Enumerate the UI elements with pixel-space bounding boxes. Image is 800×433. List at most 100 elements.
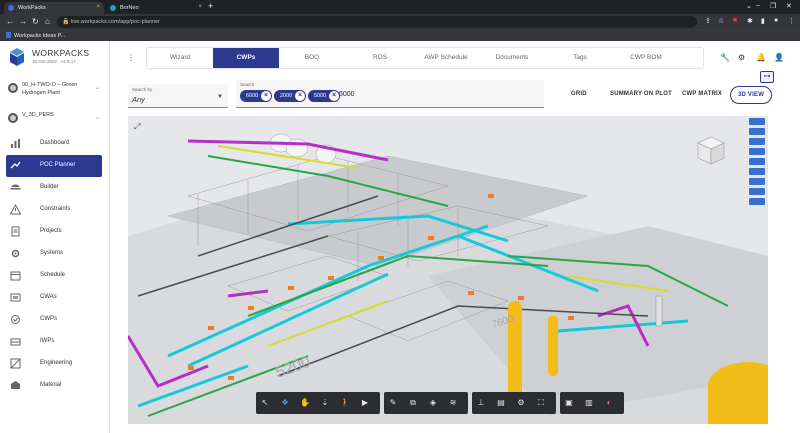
tab-boq[interactable]: BOQ	[279, 48, 345, 68]
search-chip[interactable]: 2000 ×	[274, 90, 306, 102]
search-input[interactable]: Search 6000 × 2000 × 5000 × 5000	[236, 80, 544, 108]
3d-viewer-canvas[interactable]: 5200 7600 ⤢	[128, 116, 768, 424]
chip-remove-icon[interactable]: ×	[295, 91, 305, 101]
pan-icon[interactable]: ✋	[300, 398, 310, 408]
sidebar-item-poc-planner[interactable]: POC Planner	[6, 155, 102, 177]
dropdown-arrow-icon: ▼	[217, 94, 223, 100]
sidebar-item-constraints[interactable]: Constraints	[6, 199, 102, 221]
camera-icon[interactable]: ▶	[360, 398, 370, 408]
sidebar-item-systems[interactable]: Systems	[6, 243, 102, 265]
search-by-select[interactable]: Search by Any ▼	[128, 84, 228, 108]
extension-badge-icon[interactable]: ■	[733, 17, 737, 24]
wrench-icon[interactable]: 🔧	[720, 53, 730, 62]
layer-swatch[interactable]	[749, 178, 765, 185]
sidebar-item-dashboard[interactable]: Dashboard	[6, 133, 102, 155]
walk-icon[interactable]: 🚶	[340, 398, 350, 408]
project-name: 00_H-TWO-O – Green Hydrogen Plant	[22, 82, 78, 96]
select-icon[interactable]: ↖	[260, 398, 270, 408]
orbit-icon[interactable]: ✥	[280, 398, 290, 408]
close-icon[interactable]: ×	[96, 4, 100, 10]
expand-icon[interactable]: ⤢	[134, 122, 140, 132]
layer-swatch[interactable]	[749, 138, 765, 145]
search-chip[interactable]: 6000 ×	[240, 90, 272, 102]
layers-icon[interactable]: ≋	[448, 398, 458, 408]
section-icon[interactable]: ⧉	[408, 398, 418, 408]
sidebar-item-cwas[interactable]: CWAs	[6, 287, 102, 309]
bell-icon[interactable]: 🔔	[756, 53, 766, 62]
sidebar-item-material[interactable]: Material	[6, 375, 102, 397]
sidebar-item-builder[interactable]: Builder	[6, 177, 102, 199]
plant-3d-model[interactable]: 5200 7600	[128, 116, 768, 424]
chip-remove-icon[interactable]: ×	[261, 91, 271, 101]
bookmark-workpacks-ideas[interactable]: Workpacks Ideas P...	[6, 32, 65, 39]
chart-icon[interactable]: ▥	[584, 398, 594, 408]
back-icon[interactable]: ←	[6, 17, 14, 26]
grid-view-button[interactable]: GRID	[571, 91, 587, 97]
extensions-icon[interactable]: ✱	[747, 17, 753, 25]
tab-cwps[interactable]: CWPs	[213, 48, 279, 68]
gear-icon[interactable]: ⚙	[738, 53, 745, 62]
url-input[interactable]: 🔒 live.workpacks.com/app/poc-planner	[57, 16, 697, 28]
tab-ros[interactable]: ROS	[347, 48, 413, 68]
search-label: Search	[240, 82, 255, 87]
project-selector[interactable]: 00_H-TWO-O – Green Hydrogen Plant ⌄	[6, 79, 104, 103]
hierarchy-toggle-button[interactable]: ⊶	[760, 71, 774, 83]
sidebar: WORKPACKS 15-Oct-2022 - v2.9.17 00_H-TWO…	[0, 41, 110, 433]
view-cube-icon[interactable]	[694, 134, 728, 168]
sidebar-item-engineering[interactable]: Engineering	[6, 353, 102, 375]
settings-icon[interactable]: ⚙	[516, 398, 526, 408]
close-icon[interactable]: ×	[198, 4, 202, 10]
poc-planner-icon	[10, 161, 21, 169]
sidebar-item-projects[interactable]: Projects	[6, 221, 102, 243]
bookmark-star-icon[interactable]: ☆	[718, 17, 724, 25]
tab-wizard[interactable]: Wizard	[147, 48, 213, 68]
browser-tab-borneo[interactable]: BorNeo ×	[106, 2, 206, 14]
lower-icon[interactable]: ⇣	[320, 398, 330, 408]
reload-icon[interactable]: ↻	[32, 17, 39, 26]
sidebar-item-iwps[interactable]: IWPs	[6, 331, 102, 353]
cwp-matrix-button[interactable]: CWP MATRIX	[682, 91, 722, 97]
scenario-selector[interactable]: V_3D_PERS ⌄	[6, 109, 104, 123]
summary-on-plot-button[interactable]: SUMMARY ON PLOT	[610, 91, 672, 97]
user-icon[interactable]: 👤	[774, 53, 784, 62]
home-icon[interactable]: ⌂	[45, 17, 50, 26]
tab-awp-schedule[interactable]: AWP Schedule	[413, 48, 479, 68]
3d-view-button[interactable]: 3D VIEW	[730, 86, 773, 104]
maximize-icon[interactable]: ❐	[770, 2, 776, 10]
layer-swatch[interactable]	[749, 128, 765, 135]
fullscreen-icon[interactable]: ⛶	[536, 398, 546, 408]
sidepanel-icon[interactable]: ▮	[761, 17, 765, 25]
more-options-icon[interactable]: ⋮	[127, 53, 135, 62]
layer-swatch[interactable]	[749, 188, 765, 195]
tab-cwp-bom[interactable]: CWP BOM	[613, 48, 679, 68]
docs-icon[interactable]: ▣	[564, 398, 574, 408]
share-icon[interactable]: ⇪	[705, 17, 711, 25]
explode-icon[interactable]: ◈	[428, 398, 438, 408]
layer-swatch[interactable]	[749, 198, 765, 205]
measure-icon[interactable]: ✎	[388, 398, 398, 408]
forward-icon[interactable]: →	[19, 17, 27, 26]
layer-swatch[interactable]	[749, 158, 765, 165]
model-toolbar: ⊥ ▤ ⚙ ⛶	[472, 392, 556, 414]
more-icon[interactable]: ⋮	[788, 17, 795, 25]
browser-tab-workpacks[interactable]: WorkPacks ×	[4, 2, 104, 14]
version-date: 15-Oct-2022 - v2.9.17	[32, 59, 76, 64]
profile-icon[interactable]: ●	[774, 17, 778, 24]
color-icon[interactable]: ◐	[604, 398, 614, 408]
minimize-icon[interactable]: –	[756, 2, 760, 9]
tab-tags[interactable]: Tags	[547, 48, 613, 68]
layer-swatch[interactable]	[749, 148, 765, 155]
new-tab-icon[interactable]: +	[208, 1, 213, 11]
chevron-down-icon[interactable]: ⌄	[746, 2, 752, 10]
close-window-icon[interactable]: ✕	[786, 2, 792, 10]
layer-swatch[interactable]	[749, 168, 765, 175]
scenario-name: V_3D_PERS	[22, 112, 54, 118]
chip-remove-icon[interactable]: ×	[329, 91, 339, 101]
tree-icon[interactable]: ⊥	[476, 398, 486, 408]
search-chip[interactable]: 5000 ×	[308, 90, 340, 102]
sidebar-item-cwps[interactable]: CWPs	[6, 309, 102, 331]
tab-documents[interactable]: Documents	[479, 48, 545, 68]
sidebar-item-schedule[interactable]: Schedule	[6, 265, 102, 287]
model-browser-icon[interactable]: ▤	[496, 398, 506, 408]
layer-swatch[interactable]	[749, 118, 765, 125]
